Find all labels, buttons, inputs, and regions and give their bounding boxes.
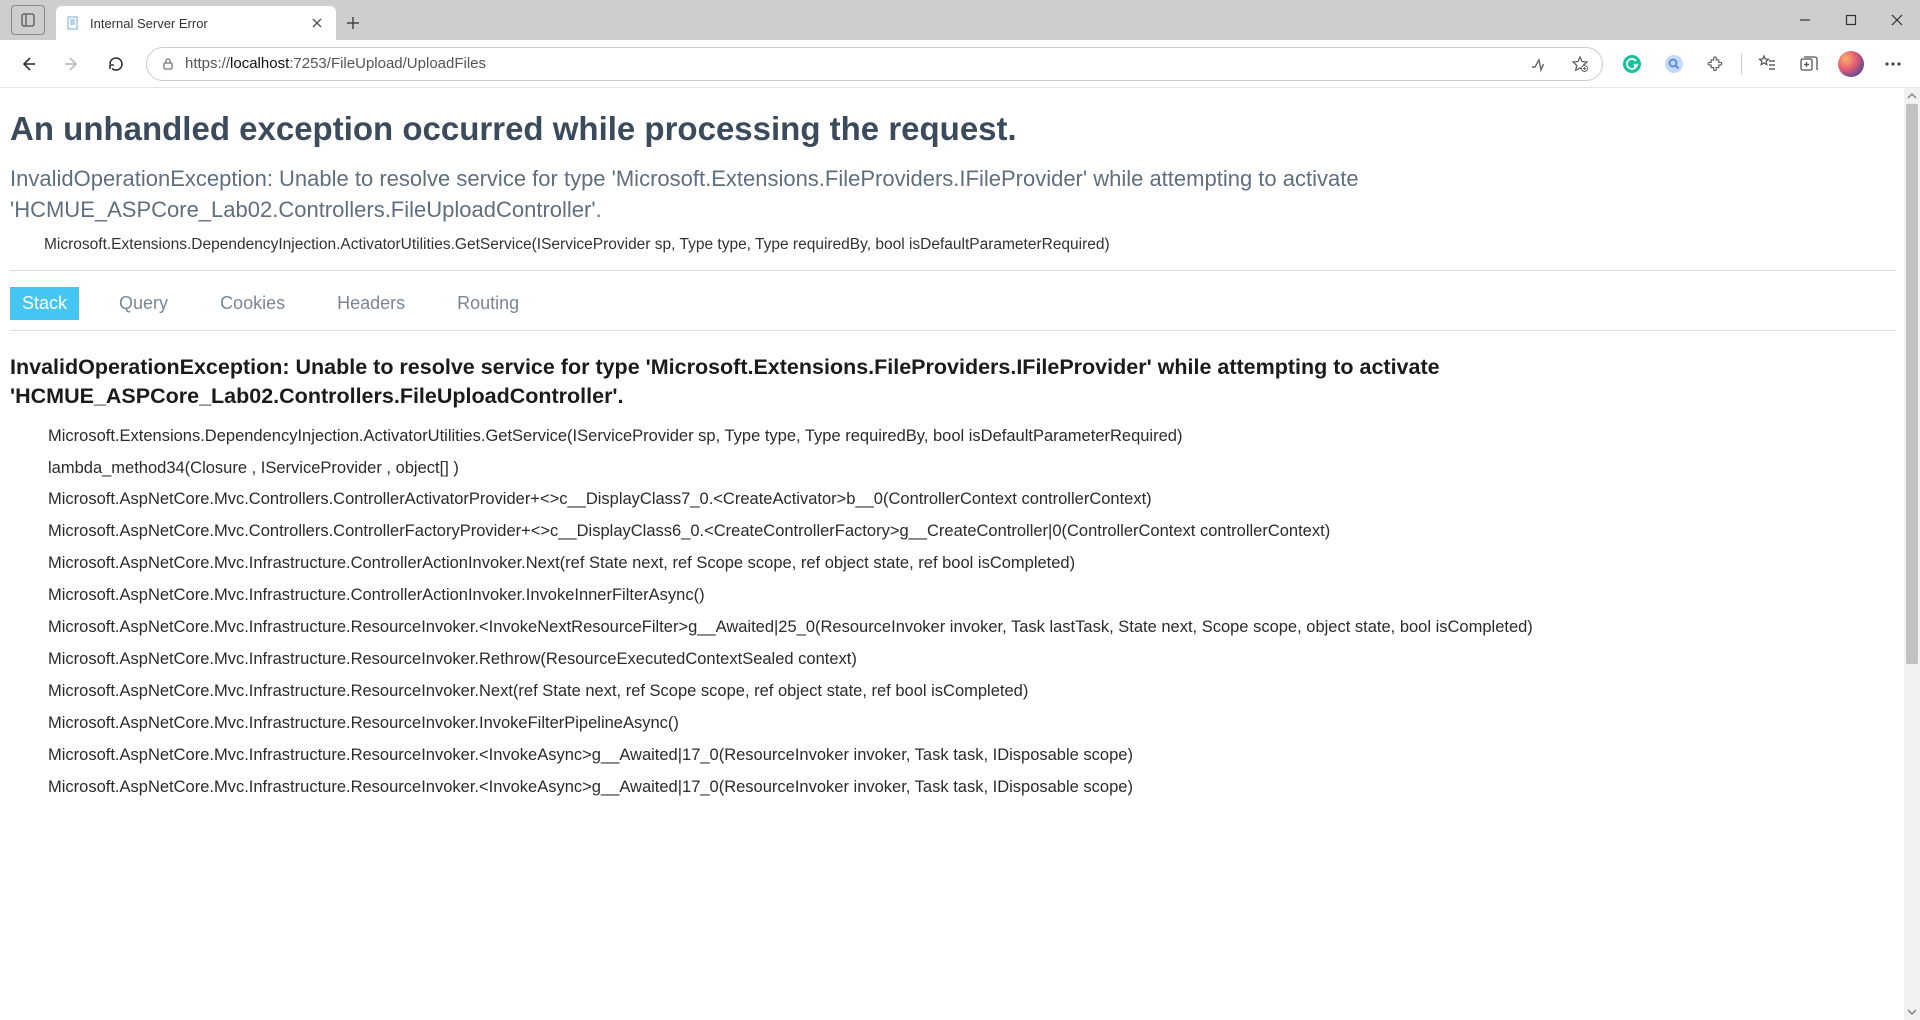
read-aloud-button[interactable] xyxy=(1522,50,1554,78)
stack-frame[interactable]: lambda_method34(Closure , IServiceProvid… xyxy=(48,457,1896,481)
tab-close-button[interactable] xyxy=(308,14,326,32)
favicon-icon xyxy=(66,15,82,31)
tab-actions-button[interactable] xyxy=(11,5,45,35)
puzzle-icon xyxy=(1706,54,1726,74)
scroll-thumb[interactable] xyxy=(1906,104,1918,664)
close-icon xyxy=(1891,14,1903,26)
stack-frame[interactable]: Microsoft.AspNetCore.Mvc.Infrastructure.… xyxy=(48,552,1896,576)
exception-detail-heading: InvalidOperationException: Unable to res… xyxy=(10,353,1896,411)
scroll-up-button[interactable] xyxy=(1904,88,1920,104)
window-close-button[interactable] xyxy=(1874,0,1920,40)
window-controls xyxy=(1782,0,1920,40)
url-host: localhost xyxy=(230,55,289,72)
url-text: https://localhost:7253/FileUpload/Upload… xyxy=(185,55,1512,72)
stack-frame[interactable]: Microsoft.AspNetCore.Mvc.Infrastructure.… xyxy=(48,648,1896,672)
stack-frame[interactable]: Microsoft.AspNetCore.Mvc.Infrastructure.… xyxy=(48,776,1896,800)
page-viewport: An unhandled exception occurred while pr… xyxy=(0,88,1904,1020)
profile-button[interactable] xyxy=(1832,46,1870,82)
stack-frame[interactable]: Microsoft.AspNetCore.Mvc.Infrastructure.… xyxy=(48,712,1896,736)
exception-source: Microsoft.Extensions.DependencyInjection… xyxy=(44,236,1896,254)
browser-titlebar: Internal Server Error xyxy=(0,0,1920,40)
extension-grammarly[interactable] xyxy=(1613,46,1651,82)
arrow-right-icon xyxy=(63,55,81,73)
star-lines-icon xyxy=(1757,54,1777,74)
favorites-button[interactable] xyxy=(1748,46,1786,82)
stack-frame[interactable]: Microsoft.AspNetCore.Mvc.Infrastructure.… xyxy=(48,616,1896,640)
tab-routing[interactable]: Routing xyxy=(445,287,531,320)
new-tab-button[interactable] xyxy=(336,6,370,40)
extensions-button[interactable] xyxy=(1697,46,1735,82)
tab-cookies[interactable]: Cookies xyxy=(208,287,297,320)
refresh-button[interactable] xyxy=(96,46,136,82)
error-tabs: Stack Query Cookies Headers Routing xyxy=(10,277,1896,331)
chevron-down-icon xyxy=(1907,1007,1917,1017)
stack-frame[interactable]: Microsoft.AspNetCore.Mvc.Infrastructure.… xyxy=(48,584,1896,608)
grammarly-icon xyxy=(1621,53,1643,75)
toolbar-divider xyxy=(1741,53,1742,75)
lock-icon xyxy=(161,57,175,71)
address-bar[interactable]: https://localhost:7253/FileUpload/Upload… xyxy=(146,47,1603,81)
collections-button[interactable] xyxy=(1790,46,1828,82)
collections-icon xyxy=(1799,54,1819,74)
scroll-down-button[interactable] xyxy=(1904,1004,1920,1020)
stack-frame[interactable]: Microsoft.AspNetCore.Mvc.Controllers.Con… xyxy=(48,488,1896,512)
read-aloud-icon xyxy=(1529,55,1547,73)
url-path: :7253/FileUpload/UploadFiles xyxy=(289,55,486,72)
window-maximize-button[interactable] xyxy=(1828,0,1874,40)
close-icon xyxy=(312,18,322,28)
stack-frame[interactable]: Microsoft.AspNetCore.Mvc.Controllers.Con… xyxy=(48,520,1896,544)
menu-button[interactable] xyxy=(1874,46,1912,82)
forward-button[interactable] xyxy=(52,46,92,82)
star-icon xyxy=(1571,55,1589,73)
minimize-icon xyxy=(1799,14,1811,26)
divider xyxy=(10,270,1896,271)
favorite-button[interactable] xyxy=(1564,50,1596,78)
page-heading: An unhandled exception occurred while pr… xyxy=(10,110,1896,148)
avatar-icon xyxy=(1838,51,1864,77)
url-prefix: https:// xyxy=(185,55,230,72)
ellipsis-icon xyxy=(1884,55,1902,73)
extension-search[interactable] xyxy=(1655,46,1693,82)
stack-frame[interactable]: Microsoft.Extensions.DependencyInjection… xyxy=(48,425,1896,449)
maximize-icon xyxy=(1845,14,1857,26)
tab-headers[interactable]: Headers xyxy=(325,287,417,320)
plus-icon xyxy=(346,16,360,30)
arrow-left-icon xyxy=(19,55,37,73)
stack-frame[interactable]: Microsoft.AspNetCore.Mvc.Infrastructure.… xyxy=(48,744,1896,768)
browser-toolbar: https://localhost:7253/FileUpload/Upload… xyxy=(0,40,1920,88)
search-circle-icon xyxy=(1663,53,1685,75)
refresh-icon xyxy=(107,55,125,73)
tab-actions-button-wrap xyxy=(0,0,56,40)
browser-tab[interactable]: Internal Server Error xyxy=(56,6,336,40)
chevron-up-icon xyxy=(1907,91,1917,101)
site-info-button[interactable] xyxy=(161,57,175,71)
back-button[interactable] xyxy=(8,46,48,82)
stack-frame[interactable]: Microsoft.AspNetCore.Mvc.Infrastructure.… xyxy=(48,680,1896,704)
vertical-scrollbar[interactable] xyxy=(1904,88,1920,1020)
window-minimize-button[interactable] xyxy=(1782,0,1828,40)
stack-trace-list: Microsoft.Extensions.DependencyInjection… xyxy=(10,425,1896,800)
exception-summary: InvalidOperationException: Unable to res… xyxy=(10,164,1896,226)
tab-title: Internal Server Error xyxy=(90,16,300,31)
tab-query[interactable]: Query xyxy=(107,287,180,320)
tab-actions-icon xyxy=(21,13,35,27)
tab-stack[interactable]: Stack xyxy=(10,287,79,320)
